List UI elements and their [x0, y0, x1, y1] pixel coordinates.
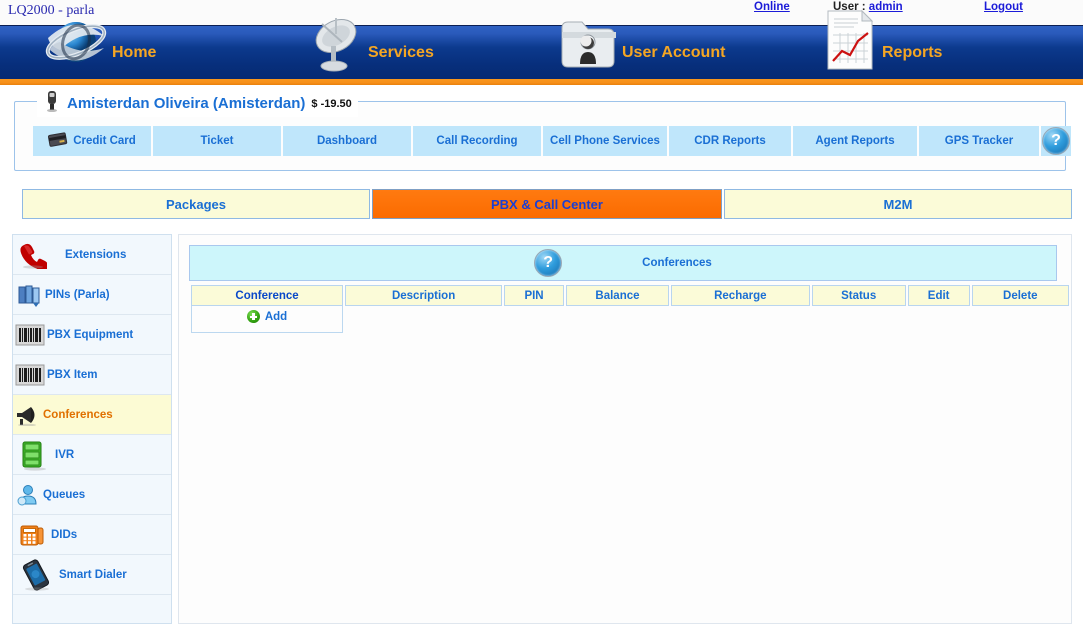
account-tabs: Credit Card Ticket Dashboard Call Record…: [33, 126, 1071, 156]
column-header-status[interactable]: Status: [811, 285, 906, 306]
column-header-delete[interactable]: Delete: [971, 285, 1069, 306]
blue-books-icon: [13, 282, 45, 308]
account-tab-label: CDR Reports: [694, 135, 766, 147]
column-header-description[interactable]: Description: [345, 285, 503, 306]
sidebar-item-extensions[interactable]: Extensions: [13, 235, 171, 275]
help-question-icon[interactable]: ?: [534, 249, 563, 277]
sidebar-item-ivr[interactable]: IVR: [13, 435, 171, 475]
megaphone-icon: [13, 404, 43, 426]
account-tab-label: Ticket: [200, 135, 234, 147]
nav-label-user-account: User Account: [622, 43, 726, 61]
nav-accent-bar: [0, 79, 1083, 85]
nav-label-home: Home: [112, 43, 157, 61]
credit-card-icon: [48, 132, 68, 150]
account-tab-gps-tracker[interactable]: GPS Tracker: [919, 126, 1039, 156]
report-chart-icon: [820, 7, 880, 78]
sidebar-item-label: Queues: [43, 488, 86, 501]
column-header-edit[interactable]: Edit: [907, 285, 970, 306]
sidebar-item-pins[interactable]: PINs (Parla): [13, 275, 171, 315]
account-balance: $ -19.50: [311, 97, 352, 110]
conferences-title-bar: ? Conferences: [189, 245, 1057, 281]
help-question-icon[interactable]: ?: [1041, 126, 1071, 156]
blue-user-icon: [13, 483, 43, 507]
account-tab-credit-card[interactable]: Credit Card: [33, 126, 151, 156]
sidebar: Extensions PINs (Parla) PBX Equipment PB…: [12, 234, 172, 624]
page-title: Conferences: [642, 257, 712, 269]
account-tab-dashboard[interactable]: Dashboard: [283, 126, 411, 156]
primary-tabs: Packages PBX & Call Center M2M: [22, 189, 1072, 219]
logout-link[interactable]: Logout: [984, 1, 1023, 13]
column-header-conference[interactable]: Conference: [191, 285, 344, 306]
nav-item-reports[interactable]: Reports: [820, 9, 943, 79]
handset-icon: [43, 90, 61, 117]
user-folder-icon: [550, 12, 622, 79]
sidebar-item-smart-dialer[interactable]: Smart Dialer: [13, 555, 171, 595]
sidebar-item-queues[interactable]: Queues: [13, 475, 171, 515]
nav-item-home[interactable]: Home: [40, 22, 157, 79]
column-header-balance[interactable]: Balance: [565, 285, 670, 306]
sidebar-item-label: Extensions: [65, 248, 127, 261]
orange-phone-icon: [13, 522, 51, 548]
sidebar-item-pbx-equipment[interactable]: PBX Equipment: [13, 315, 171, 355]
account-tab-label: Dashboard: [316, 135, 378, 147]
add-conference-cell[interactable]: Add: [191, 306, 344, 333]
primary-tab-label: Packages: [166, 196, 226, 212]
column-header-pin[interactable]: PIN: [504, 285, 564, 306]
nav-label-reports: Reports: [882, 43, 943, 61]
globe-orbit-icon: [40, 10, 112, 79]
sidebar-item-label: PINs (Parla): [45, 288, 110, 301]
add-label: Add: [264, 310, 288, 323]
account-tab-label: Cell Phone Services: [550, 135, 660, 147]
nav-item-user-account[interactable]: User Account: [550, 21, 726, 79]
nav-label-services: Services: [368, 43, 434, 61]
account-tab-label: Agent Reports: [815, 135, 895, 147]
account-tab-call-recording[interactable]: Call Recording: [413, 126, 541, 156]
account-tab-label: Call Recording: [436, 135, 518, 147]
sidebar-item-label: Smart Dialer: [59, 568, 127, 581]
main-navigation: Home Services User Account Reports: [0, 9, 1083, 79]
account-tab-cell-phone-services[interactable]: Cell Phone Services: [543, 126, 667, 156]
top-bar: LQ2000 - parla Online User : admin Logou…: [0, 0, 1083, 25]
account-legend: Amisterdan Oliveira (Amisterdan) $ -19.5…: [37, 90, 358, 117]
account-panel: Amisterdan Oliveira (Amisterdan) $ -19.5…: [14, 90, 1071, 171]
account-tab-label: GPS Tracker: [944, 135, 1014, 147]
account-tab-agent-reports[interactable]: Agent Reports: [793, 126, 917, 156]
sidebar-item-label: IVR: [55, 448, 75, 461]
account-tab-label: Credit Card: [73, 135, 136, 147]
smartphone-icon: [13, 558, 59, 591]
green-server-icon: [13, 439, 55, 471]
primary-tab-label: PBX & Call Center: [491, 196, 603, 212]
conferences-table: Conference Description PIN Balance Recha…: [189, 285, 1071, 333]
account-name: Amisterdan Oliveira (Amisterdan): [67, 95, 306, 112]
add-conference-button[interactable]: Add: [246, 310, 288, 323]
sidebar-item-label: DIDs: [51, 528, 78, 541]
green-plus-icon: [246, 310, 260, 323]
red-phone-icon: [13, 241, 51, 269]
main-content-panel: ? Conferences Conference Description PIN…: [178, 234, 1072, 624]
column-header-recharge[interactable]: Recharge: [671, 285, 810, 306]
primary-tab-m2m[interactable]: M2M: [724, 189, 1072, 219]
sidebar-item-pbx-item[interactable]: PBX Item: [13, 355, 171, 395]
primary-tab-packages[interactable]: Packages: [22, 189, 370, 219]
satellite-dish-icon: [300, 12, 370, 79]
nav-item-services[interactable]: Services: [300, 18, 434, 79]
account-tab-ticket[interactable]: Ticket: [153, 126, 281, 156]
sidebar-item-label: PBX Equipment: [47, 328, 134, 341]
sidebar-item-label: PBX Item: [47, 368, 98, 381]
primary-tab-pbx-call-center[interactable]: PBX & Call Center: [372, 189, 722, 219]
table-header-row: Conference Description PIN Balance Recha…: [191, 285, 1069, 306]
table-add-row: Add: [191, 306, 1069, 333]
barcode-icon: [13, 324, 47, 346]
account-tab-cdr-reports[interactable]: CDR Reports: [669, 126, 791, 156]
primary-tab-label: M2M: [883, 196, 913, 212]
table-body: Add: [191, 306, 1069, 333]
online-link[interactable]: Online: [754, 1, 790, 13]
sidebar-item-label: Conferences: [43, 408, 113, 421]
sidebar-item-conferences[interactable]: Conferences: [13, 395, 171, 435]
barcode-icon: [13, 364, 47, 386]
sidebar-item-dids[interactable]: DIDs: [13, 515, 171, 555]
